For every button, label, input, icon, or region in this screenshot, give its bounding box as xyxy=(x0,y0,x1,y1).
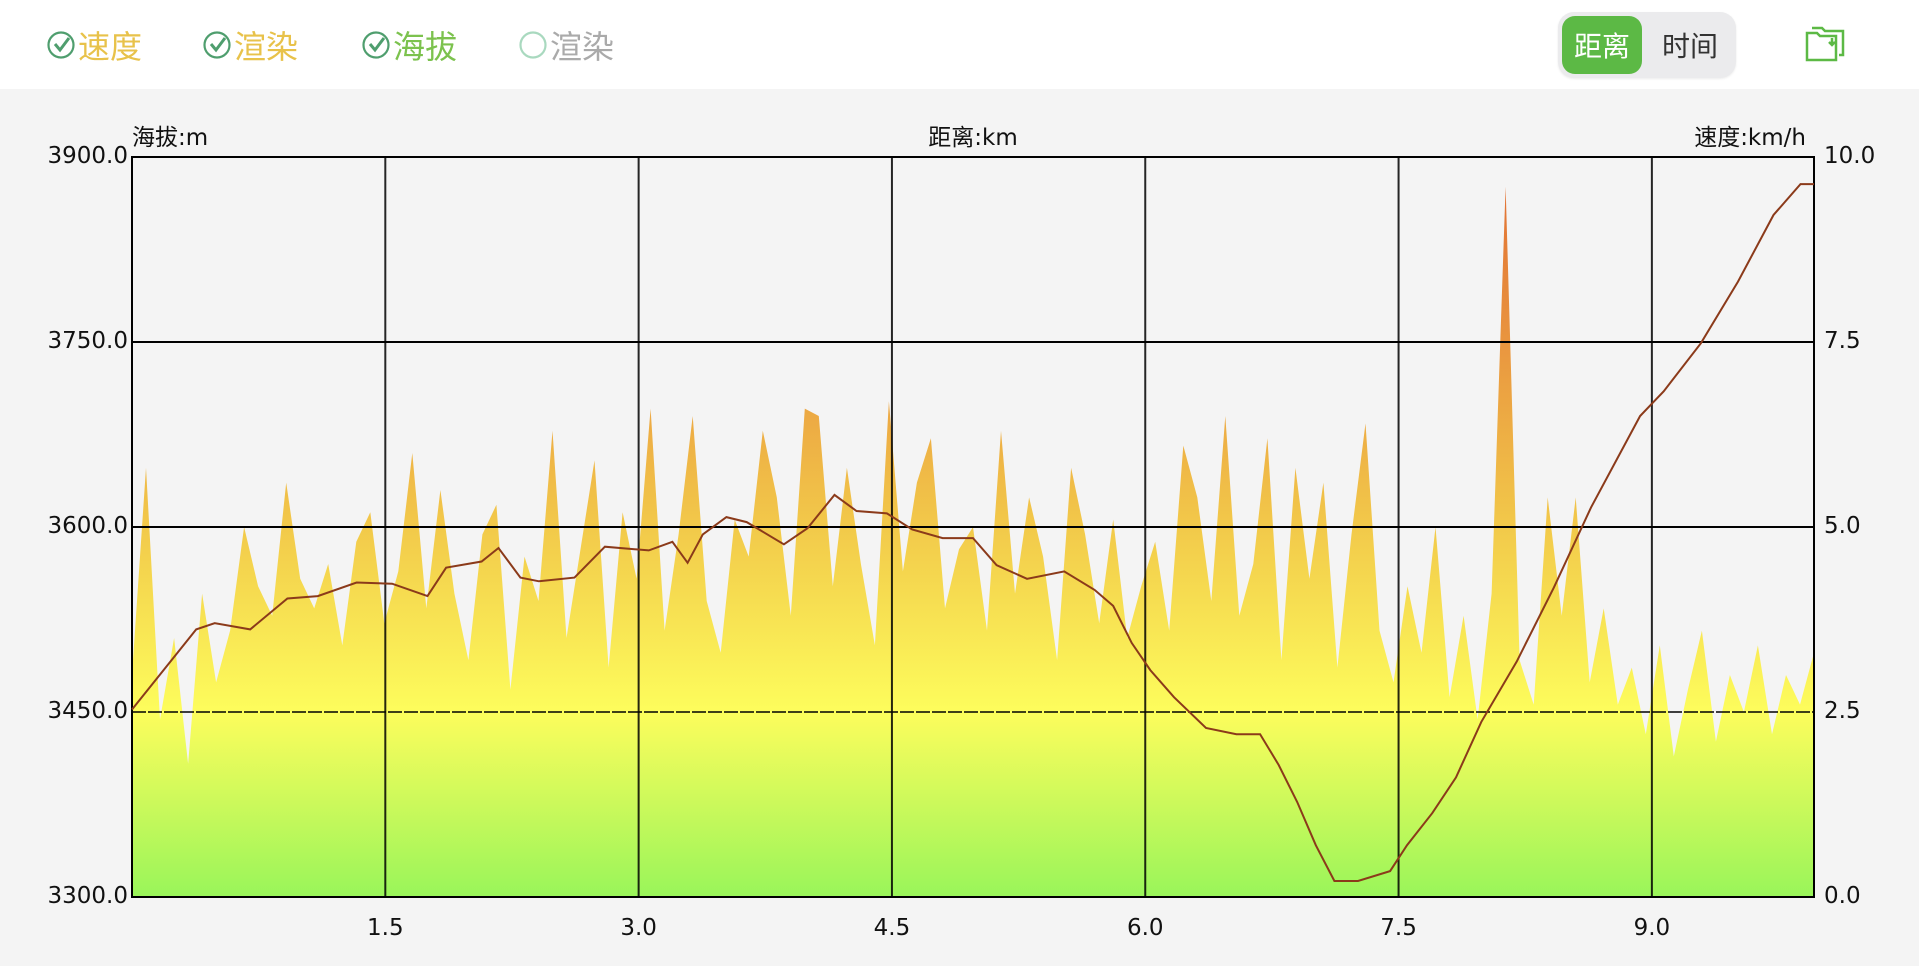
right-tick-label: 10.0 xyxy=(1824,143,1876,169)
left-tick-label: 3300.0 xyxy=(47,883,128,909)
left-tick-label: 3600.0 xyxy=(47,513,128,539)
x-tick-label: 3.0 xyxy=(620,915,657,941)
left-tick-label: 3900.0 xyxy=(47,143,128,169)
x-tick-label: 6.0 xyxy=(1126,915,1164,941)
left-axis-title: 海拔:m xyxy=(132,125,209,151)
right-tick-label: 5.0 xyxy=(1824,513,1861,539)
right-tick-label: 7.5 xyxy=(1824,328,1861,354)
x-tick-label: 4.5 xyxy=(873,915,911,941)
x-tick-label: 1.5 xyxy=(367,915,404,941)
x-tick-label: 9.0 xyxy=(1633,915,1671,941)
x-tick-label: 7.5 xyxy=(1380,915,1417,941)
right-axis-title: 速度:km/h xyxy=(1694,125,1806,151)
speed-area xyxy=(132,186,1814,898)
left-tick-label: 3750.0 xyxy=(47,328,128,354)
x-axis-title: 距离:km xyxy=(928,125,1018,151)
left-tick-label: 3450.0 xyxy=(47,698,128,724)
right-tick-label: 0.0 xyxy=(1824,883,1861,909)
right-tick-label: 2.5 xyxy=(1824,698,1861,724)
